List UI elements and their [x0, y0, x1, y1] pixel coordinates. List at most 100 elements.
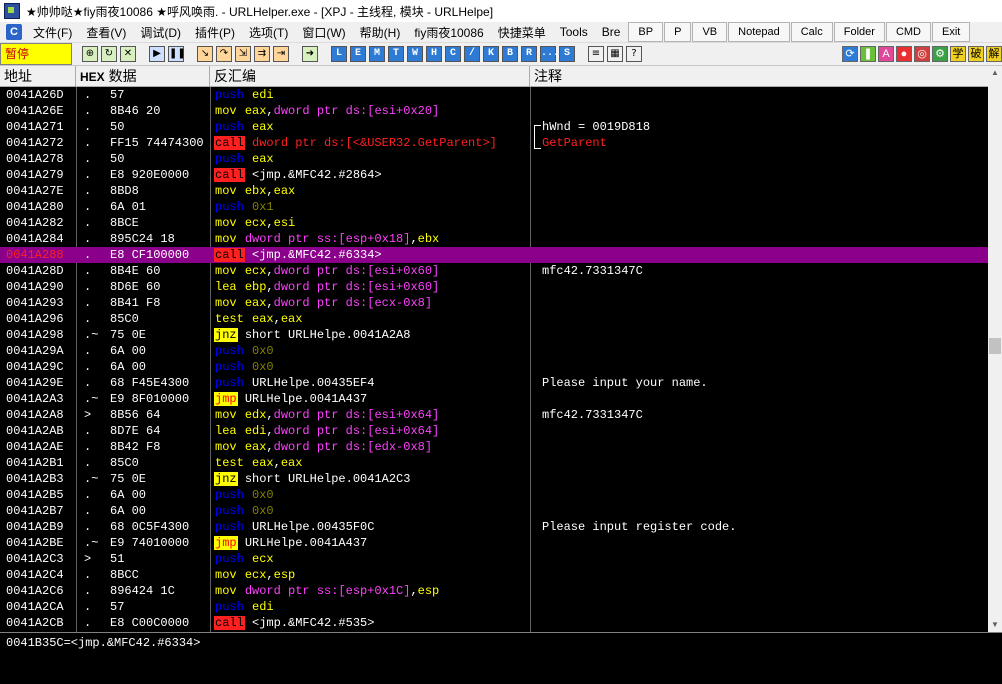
disasm-row[interactable]: 0041A271. 50 push eax hWnd = 0019D818	[0, 119, 988, 135]
vertical-scrollbar[interactable]: ▲ ▼	[988, 66, 1002, 632]
disasm-row[interactable]: 0041A279. E8 920E0000 call <jmp.&MFC42.#28…	[0, 167, 988, 183]
cpu-window-button[interactable]: C	[445, 46, 461, 62]
disasm-row[interactable]: 0041A2A3 .~ E9 8F010000 jmp URLHelpe.0041A4…	[0, 391, 988, 407]
disasm-row[interactable]: 0041A282. 8BCE mov ecx,esi	[0, 215, 988, 231]
disasm-row[interactable]: 0041A26D. 57 push edi	[0, 87, 988, 103]
disasm-row[interactable]: 0041A28D. 8B4E 60 mov ecx,dword ptr ds:[es…	[0, 263, 988, 279]
grid-icon[interactable]: ▦	[607, 46, 623, 62]
disasm-row[interactable]: 0041A290. 8D6E 60 lea ebp,dword ptr ds:[es…	[0, 279, 988, 295]
menu-window[interactable]: 窗口(W)	[295, 24, 352, 41]
menu-file[interactable]: 文件(F)	[26, 24, 79, 41]
disasm-row[interactable]: 0041A29E. 68 F45E4300 push URLHelpe.00435E…	[0, 375, 988, 391]
menu-bre[interactable]: Bre	[595, 25, 628, 39]
disasm-row[interactable]: 0041A2CB. E8 C00C0000 call <jmp.&MFC42.#53…	[0, 615, 988, 631]
disasm-row[interactable]: 0041A27E. 8BD8 mov ebx,eax	[0, 183, 988, 199]
disasm-row[interactable]: 0041A2CA. 57 push edi	[0, 599, 988, 615]
disasm-row[interactable]: 0041A272. FF15 74474300 call dword ptr ds:…	[0, 135, 988, 151]
pause-plugin-icon[interactable]: ❚	[860, 46, 876, 62]
execute-till-return-icon[interactable]: ⇥	[273, 46, 289, 62]
menu-tools[interactable]: Tools	[553, 25, 595, 39]
scroll-up-arrow[interactable]: ▲	[988, 66, 1002, 80]
threads-window-button[interactable]: T	[388, 46, 404, 62]
pause-icon[interactable]: ❚❚	[168, 46, 186, 62]
tool-notepad-button[interactable]: Notepad	[728, 22, 790, 42]
scroll-thumb[interactable]	[989, 338, 1001, 354]
run-trace-window-button[interactable]: ...	[540, 46, 559, 62]
target-icon[interactable]: ◎	[914, 46, 930, 62]
step-into-icon[interactable]: ↘	[197, 46, 213, 62]
log-window-button[interactable]: L	[331, 46, 347, 62]
disasm-row[interactable]: 0041A2C6. 896424 1C mov dword ptr ss:[esp+…	[0, 583, 988, 599]
disasm-row[interactable]: 0041A2B1. 85C0 test eax,eax	[0, 455, 988, 471]
disasm-row[interactable]: 0041A288. E8 CF100000 call <jmp.&MFC42.#63…	[0, 247, 988, 263]
references-window-button[interactable]: R	[521, 46, 537, 62]
c-app-icon[interactable]: C	[6, 24, 22, 40]
disasm-row[interactable]: 0041A284. 895C24 18 mov dword ptr ss:[esp+…	[0, 231, 988, 247]
tool-bp-button[interactable]: BP	[628, 22, 664, 42]
menu-debug[interactable]: 调试(D)	[133, 24, 188, 41]
disasm-row[interactable]: 0041A293. 8B41 F8 mov eax,dword ptr ds:[ec…	[0, 295, 988, 311]
crack-button[interactable]: 破	[968, 46, 984, 62]
disasm-row[interactable]: 0041A2C4. 8BCC mov ecx,esp	[0, 567, 988, 583]
disasm-row[interactable]: 0041A278. 50 push eax	[0, 151, 988, 167]
trace-over-icon[interactable]: ⇉	[254, 46, 270, 62]
disassembly-pane[interactable]: 0041A26D. 57 push edi 0041A26E. 8B46 20 mov e…	[0, 87, 988, 632]
run-icon[interactable]: ▶	[149, 46, 165, 62]
tool-vb-button[interactable]: VB	[692, 22, 728, 42]
header-disasm[interactable]: 反汇编	[210, 66, 530, 86]
close-icon[interactable]: ✕	[120, 46, 136, 62]
header-hex[interactable]: HEX 数据	[76, 66, 210, 86]
gear-icon[interactable]: ⚙	[932, 46, 948, 62]
header-address[interactable]: 地址	[0, 66, 76, 86]
refresh-icon[interactable]: ⟳	[842, 46, 858, 62]
step-over-icon[interactable]: ↷	[216, 46, 232, 62]
disasm-row[interactable]: 0041A26E. 8B46 20 mov eax,dword ptr ds:[es…	[0, 103, 988, 119]
tool-exit-button[interactable]: Exit	[932, 22, 971, 42]
disasm-row[interactable]: 0041A296. 85C0 test eax,eax	[0, 311, 988, 327]
patches-window-button[interactable]: /	[464, 46, 480, 62]
row-address: 0041A2CA	[6, 600, 64, 614]
list-icon[interactable]: ≡	[588, 46, 604, 62]
disasm-row[interactable]: 0041A2AB. 8D7E 64 lea edi,dword ptr ds:[es…	[0, 423, 988, 439]
record-icon[interactable]: ●	[896, 46, 912, 62]
solve-button[interactable]: 解	[986, 46, 1002, 62]
breakpoints-window-button[interactable]: B	[502, 46, 518, 62]
disasm-row[interactable]: 0041A2B9. 68 0C5F4300 push URLHelpe.00435F…	[0, 519, 988, 535]
disasm-row[interactable]: 0041A2AE. 8B42 F8 mov eax,dword ptr ds:[ed…	[0, 439, 988, 455]
disasm-row[interactable]: 0041A29A. 6A 00 push 0x0	[0, 343, 988, 359]
tool-calc-button[interactable]: Calc	[790, 22, 833, 42]
menu-plugins[interactable]: 插件(P)	[188, 24, 242, 41]
disasm-row[interactable]: 0041A298 .~ 75 0E jnz short URLHelpe.0041A2…	[0, 327, 988, 343]
handles-window-button[interactable]: H	[426, 46, 442, 62]
menu-shortcuts[interactable]: 快捷菜单	[491, 24, 553, 41]
memory-window-button[interactable]: M	[369, 46, 385, 62]
menu-options[interactable]: 选项(T)	[242, 24, 295, 41]
help-icon[interactable]: ?	[626, 46, 642, 62]
open-icon[interactable]: ⊕	[82, 46, 98, 62]
windows-window-button[interactable]: W	[407, 46, 423, 62]
tool-folder-button[interactable]: Folder	[833, 22, 885, 42]
menu-custom[interactable]: fiy雨夜10086	[407, 24, 490, 41]
disasm-row[interactable]: 0041A2B7. 6A 00 push 0x0	[0, 503, 988, 519]
tool-p-button[interactable]: P	[664, 22, 692, 42]
a-plugin-icon[interactable]: A	[878, 46, 894, 62]
tool-cmd-button[interactable]: CMD	[885, 22, 931, 42]
modules-window-button[interactable]: E	[350, 46, 366, 62]
menu-help[interactable]: 帮助(H)	[353, 24, 408, 41]
goto-icon[interactable]: ➜	[302, 46, 318, 62]
disasm-row[interactable]: 0041A2C3 >51 push ecx	[0, 551, 988, 567]
scroll-down-arrow[interactable]: ▼	[988, 618, 1002, 632]
restart-icon[interactable]: ↻	[101, 46, 117, 62]
learn-button[interactable]: 学	[950, 46, 966, 62]
disasm-row[interactable]: 0041A2B3 .~ 75 0E jnz short URLHelpe.0041A2…	[0, 471, 988, 487]
source-window-button[interactable]: S	[559, 46, 575, 62]
header-comment[interactable]: 注释	[530, 66, 988, 86]
disasm-row[interactable]: 0041A280. 6A 01 push 0x1	[0, 199, 988, 215]
disasm-row[interactable]: 0041A29C. 6A 00 push 0x0	[0, 359, 988, 375]
trace-into-icon[interactable]: ⇲	[235, 46, 251, 62]
callstack-window-button[interactable]: K	[483, 46, 499, 62]
disasm-row[interactable]: 0041A2BE .~ E9 74010000 jmp URLHelpe.0041A4…	[0, 535, 988, 551]
menu-view[interactable]: 查看(V)	[79, 24, 133, 41]
disasm-row[interactable]: 0041A2B5. 6A 00 push 0x0	[0, 487, 988, 503]
disasm-row[interactable]: 0041A2A8 >8B56 64 mov edx,dword ptr ds:[es…	[0, 407, 988, 423]
